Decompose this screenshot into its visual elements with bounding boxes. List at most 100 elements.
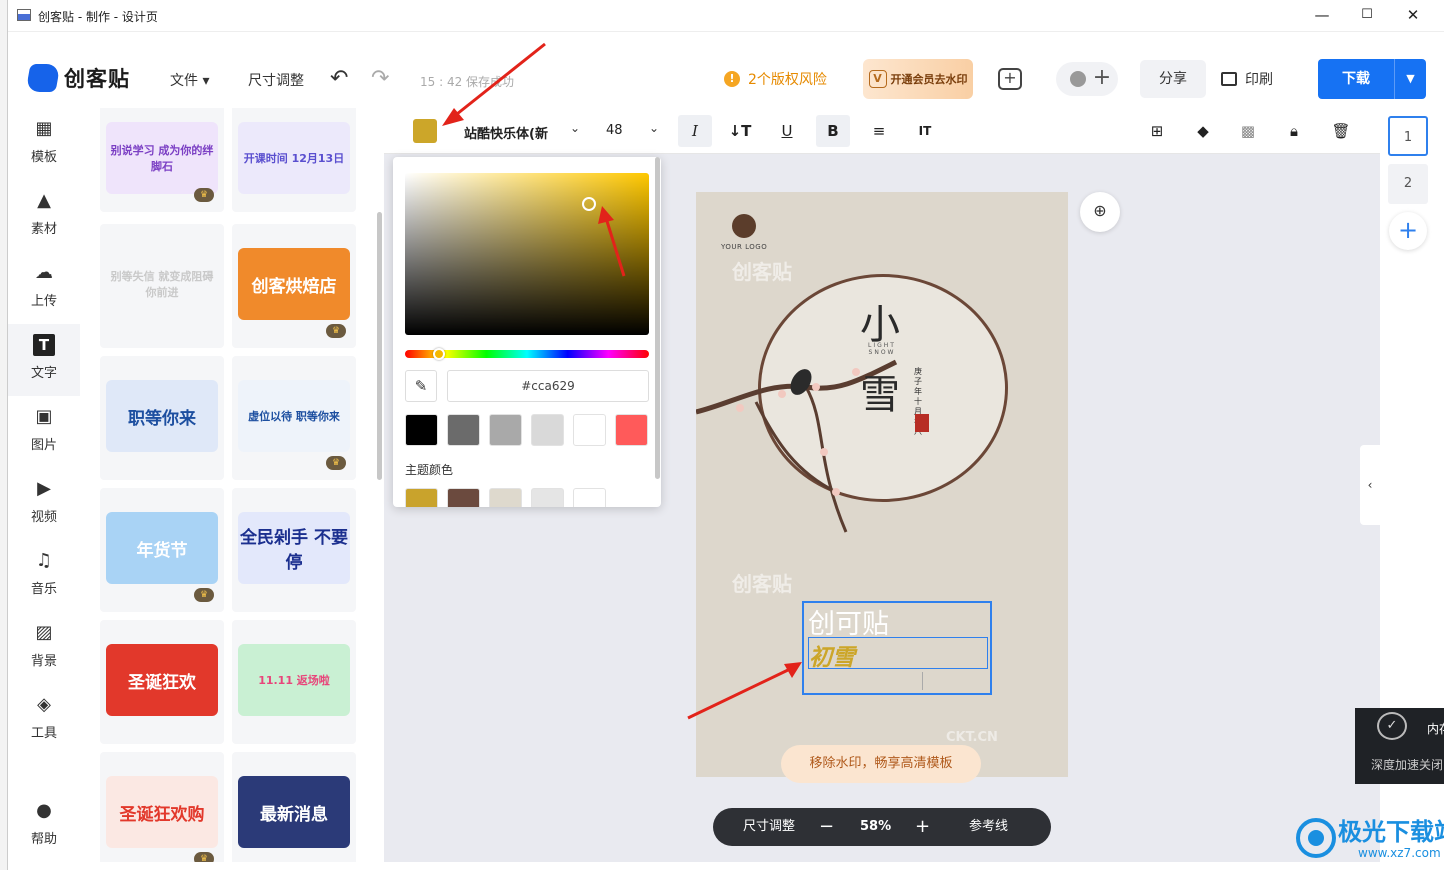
sidebar-item-material[interactable]: ▲ 素材 [8, 180, 80, 252]
tools-icon: ◈ [37, 694, 51, 715]
your-logo-badge [732, 214, 756, 238]
app-header: 创客贴 文件 ▾ 尺寸调整 ↶ ↷ 15 : 42 保存成功 ! 2个版权风险 … [8, 32, 1444, 108]
sidebar-item-tools[interactable]: ◈ 工具 [8, 684, 80, 756]
accelerator-popup[interactable]: ✓ 内存 深度加速关闭 [1355, 708, 1444, 784]
comment-icon[interactable]: + [998, 68, 1022, 90]
share-button[interactable]: 分享 [1140, 60, 1206, 98]
video-icon: ▶ [37, 478, 51, 499]
subtitle: LIGHT SNOW [868, 342, 896, 356]
template-card[interactable]: 别说学习 成为你的绊脚石 ♛ [100, 108, 224, 212]
download-label[interactable]: 下载 [1318, 59, 1394, 99]
add-comment-icon[interactable]: ⊕ [1080, 192, 1120, 232]
text-layer-2[interactable]: 初雪 [809, 638, 855, 672]
lock-icon[interactable]: 🔒︎ [1277, 115, 1311, 147]
sidebar-item-help[interactable]: ● 帮助 [8, 790, 80, 862]
remove-watermark-banner[interactable]: 移除水印，畅享高清模板 [781, 745, 981, 783]
zoom-level[interactable]: 58% [860, 808, 891, 846]
sidebar-item-label: 图片 [30, 438, 57, 453]
italic-button[interactable]: I [678, 115, 712, 147]
add-layer-icon[interactable]: ⊞ [1140, 115, 1174, 147]
template-card[interactable]: 别等失信 就变成阻碍你前进 [100, 224, 224, 348]
vip-remove-watermark-button[interactable]: V 开通会员去水印 [863, 59, 973, 99]
collapse-panel-icon[interactable]: ‹ [1360, 445, 1380, 525]
delete-icon[interactable]: 🗑︎ [1324, 115, 1358, 147]
preset-color-swatch[interactable] [489, 414, 522, 446]
brand-logo[interactable]: 创客贴 [25, 63, 130, 93]
theme-color-swatch[interactable] [405, 488, 438, 507]
sidebar-item-upload[interactable]: ☁ 上传 [8, 252, 80, 324]
template-card[interactable]: 最新消息 [232, 752, 356, 862]
add-collaborator-icon[interactable]: + [1090, 65, 1114, 93]
theme-color-swatch[interactable] [447, 488, 480, 507]
preset-color-swatch[interactable] [573, 414, 606, 446]
align-button[interactable]: ≡ [862, 115, 896, 147]
preset-color-swatch[interactable] [447, 414, 480, 446]
theme-color-swatch[interactable] [489, 488, 522, 507]
sidebar-item-label: 背景 [30, 654, 57, 669]
sidebar-item-label: 素材 [30, 222, 57, 237]
template-card[interactable]: 圣诞狂欢 [100, 620, 224, 744]
picker-scrollbar[interactable] [655, 157, 660, 479]
download-button[interactable]: 下载 ▼ [1318, 59, 1426, 99]
sidebar-item-text[interactable]: T 文字 [8, 324, 80, 396]
chevron-down-icon[interactable]: ⌄ [649, 121, 659, 135]
layers-icon[interactable]: ◆ [1186, 115, 1220, 147]
template-card[interactable]: 创客烘焙店 ♛ [232, 224, 356, 348]
minimize-button[interactable]: — [1310, 5, 1334, 25]
template-text: 虚位以待 职等你来 [238, 380, 350, 452]
page-thumb-1[interactable]: 1 [1388, 116, 1428, 156]
sidebar-item-template[interactable]: ▦ 模板 [8, 108, 80, 180]
bold-button[interactable]: B [816, 115, 850, 147]
preset-color-swatch[interactable] [405, 414, 438, 446]
template-card[interactable]: 职等你来 [100, 356, 224, 480]
sidebar-item-label: 帮助 [30, 832, 57, 847]
undo-icon[interactable]: ↶ [330, 66, 348, 91]
template-card[interactable]: 全民剁手 不要停 [232, 488, 356, 612]
template-card[interactable]: 虚位以待 职等你来 ♛ [232, 356, 356, 480]
sidebar-item-music[interactable]: ♫ 音乐 [8, 540, 80, 612]
template-card[interactable]: 开课时间 12月13日 [232, 108, 356, 212]
underline-button[interactable]: U [770, 115, 804, 147]
download-options-icon[interactable]: ▼ [1394, 59, 1426, 99]
hex-input[interactable]: #cca629 [447, 370, 649, 402]
hue-handle[interactable] [433, 348, 445, 360]
font-size-select[interactable]: 48 [606, 123, 623, 138]
text-layer-1[interactable]: 创可贴 [808, 602, 889, 641]
letter-spacing-button[interactable]: IT [908, 115, 942, 147]
add-page-icon[interactable]: + [1389, 212, 1427, 250]
background-icon: ▨ [35, 622, 53, 643]
file-menu[interactable]: 文件 ▾ [170, 70, 209, 90]
theme-color-swatch[interactable] [573, 488, 606, 507]
guides-button[interactable]: 参考线 [969, 808, 1008, 846]
copyright-risk-link[interactable]: ! 2个版权风险 [724, 69, 827, 89]
template-card[interactable]: 11.11 返场啦 [232, 620, 356, 744]
theme-color-swatch[interactable] [531, 488, 564, 507]
collaborators[interactable]: + [1056, 62, 1118, 96]
sidebar-item-background[interactable]: ▨ 背景 [8, 612, 80, 684]
zoom-in-button[interactable]: + [915, 808, 930, 846]
copyright-risk-label: 2个版权风险 [748, 72, 827, 88]
transparency-icon[interactable]: ▩ [1231, 115, 1265, 147]
panel-scrollbar[interactable] [377, 212, 382, 480]
zoom-out-button[interactable]: − [819, 808, 834, 846]
print-button[interactable]: 印刷 [1221, 69, 1273, 89]
shield-icon: ✓ [1377, 712, 1407, 740]
resize-button[interactable]: 尺寸调整 [743, 808, 795, 846]
annotation-arrow [687, 662, 802, 720]
accel-title: 内存 [1427, 722, 1444, 736]
chevron-down-icon[interactable]: ⌄ [570, 121, 580, 135]
sidebar-item-video[interactable]: ▶ 视频 [8, 468, 80, 540]
preset-color-swatch[interactable] [615, 414, 648, 446]
window-titlebar: 创客贴 - 制作 - 设计页 — ☐ ✕ [8, 0, 1444, 32]
template-card[interactable]: 圣诞狂欢购 ♛ [100, 752, 224, 862]
redo-icon[interactable]: ↷ [371, 66, 389, 91]
resize-menu[interactable]: 尺寸调整 [248, 70, 304, 90]
template-card[interactable]: 年货节 ♛ [100, 488, 224, 612]
close-button[interactable]: ✕ [1401, 5, 1425, 25]
page-thumb-2[interactable]: 2 [1388, 164, 1428, 204]
sidebar-item-image[interactable]: ▣ 图片 [8, 396, 80, 468]
line-height-button[interactable]: ↓T [723, 115, 757, 147]
eyedropper-icon[interactable]: ✎ [405, 370, 437, 402]
preset-color-swatch[interactable] [531, 414, 564, 446]
maximize-button[interactable]: ☐ [1355, 5, 1379, 25]
